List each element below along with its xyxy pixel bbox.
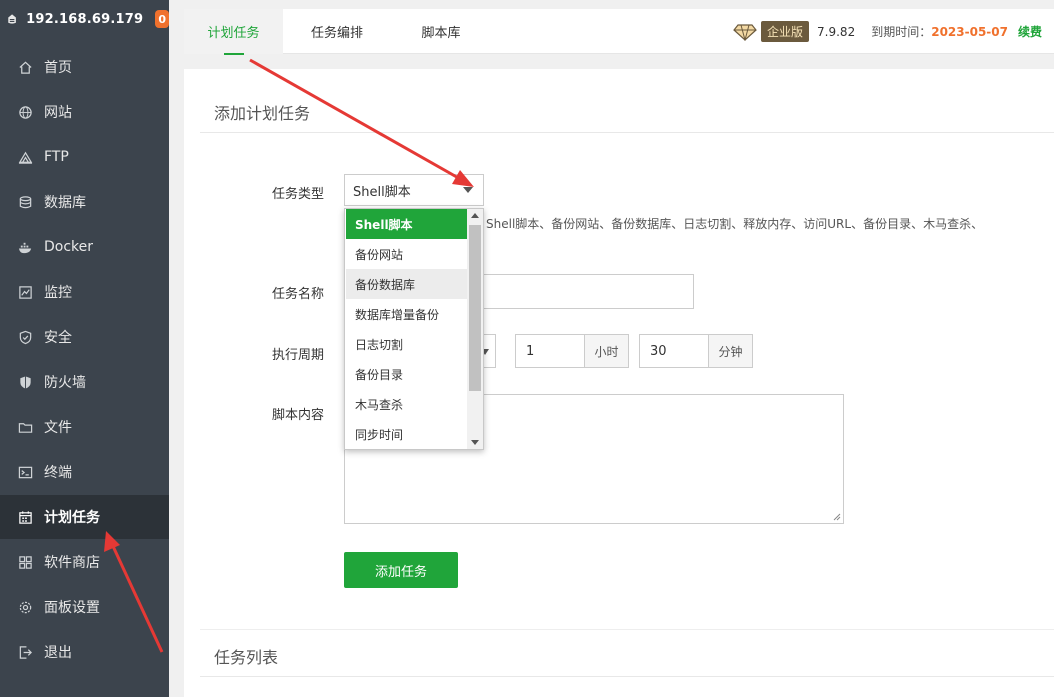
task-type-select[interactable]: Shell脚本 <box>344 174 484 206</box>
sidebar-item-label: 文件 <box>44 420 72 436</box>
task-type-hint: Shell脚本、备份网站、备份数据库、日志切割、释放内存、访问URL、备份目录、… <box>486 217 984 231</box>
scrollbar-thumb[interactable] <box>469 225 481 391</box>
minutes-unit: 分钟 <box>708 335 752 367</box>
sidebar-item-label: 监控 <box>44 285 72 301</box>
apps-icon <box>17 554 33 570</box>
database-icon <box>17 194 33 210</box>
sidebar-item-cron[interactable]: 计划任务 <box>0 495 169 539</box>
dropdown-option[interactable]: Shell脚本 <box>346 209 467 239</box>
sidebar-item-firewall[interactable]: 防火墙 <box>0 360 169 404</box>
sidebar-item-label: 软件商店 <box>44 555 100 571</box>
task-type-value: Shell脚本 <box>353 184 411 200</box>
notification-badge[interactable]: 0 <box>155 10 169 28</box>
dropdown-option[interactable]: 日志切割 <box>346 329 467 359</box>
sidebar-item-ftp[interactable]: FTP <box>0 135 169 179</box>
home-icon <box>17 59 33 75</box>
server-ip: 192.168.69.179 <box>26 11 144 27</box>
sidebar-item-terminal[interactable]: 终端 <box>0 450 169 494</box>
active-tab-underline <box>224 53 244 55</box>
globe-icon <box>17 104 33 120</box>
sidebar-item-label: FTP <box>44 149 69 165</box>
sidebar-item-website[interactable]: 网站 <box>0 90 169 134</box>
section-divider <box>200 132 1054 133</box>
gear-icon <box>17 599 33 615</box>
dropdown-option[interactable]: 数据库增量备份 <box>346 299 467 329</box>
renew-link[interactable]: 续费 <box>1018 23 1042 40</box>
sidebar-item-label: 首页 <box>44 60 72 76</box>
tab-script-library[interactable]: 脚本库 <box>396 9 486 54</box>
sidebar-item-label: 终端 <box>44 465 72 481</box>
chevron-down-icon <box>463 187 473 193</box>
sidebar: 192.168.69.179 0 首页 网站 FTP 数据库 Docker 监控… <box>0 0 169 697</box>
logout-icon <box>17 644 33 660</box>
add-task-section-title: 添加计划任务 <box>214 104 311 123</box>
sidebar-item-security[interactable]: 安全 <box>0 315 169 359</box>
terminal-icon <box>17 464 33 480</box>
hours-unit: 小时 <box>584 335 628 367</box>
sidebar-item-label: 计划任务 <box>44 510 100 526</box>
add-task-button[interactable]: 添加任务 <box>344 552 458 588</box>
task-list-section-title: 任务列表 <box>214 648 279 667</box>
sidebar-item-label: 退出 <box>44 645 72 661</box>
sidebar-item-database[interactable]: 数据库 <box>0 180 169 224</box>
section-gap <box>200 629 1054 630</box>
expire-label: 到期时间： <box>871 25 932 39</box>
resize-grip-icon[interactable] <box>833 513 841 521</box>
dropdown-option[interactable]: 备份目录 <box>346 359 467 389</box>
sidebar-item-panel-settings[interactable]: 面板设置 <box>0 585 169 629</box>
edition-info: 企业版 7.9.82 到期时间： 2023-05-07 续费 <box>733 9 1042 54</box>
tab-label: 脚本库 <box>421 26 461 41</box>
dropdown-option[interactable]: 备份网站 <box>346 239 467 269</box>
dropdown-option[interactable]: 木马查杀 <box>346 389 467 419</box>
dropdown-scrollbar[interactable] <box>467 209 483 449</box>
hours-field[interactable]: 1 小时 <box>515 334 629 368</box>
sidebar-item-label: 数据库 <box>44 195 86 211</box>
monitor-icon <box>17 284 33 300</box>
sidebar-item-monitor[interactable]: 监控 <box>0 270 169 314</box>
sidebar-item-label: 面板设置 <box>44 600 100 616</box>
hours-input[interactable]: 1 <box>516 335 584 367</box>
folder-icon <box>17 419 33 435</box>
dropdown-option[interactable]: 同步时间 <box>346 419 467 449</box>
task-type-dropdown[interactable]: Shell脚本 备份网站 备份数据库 数据库增量备份 日志切割 备份目录 木马查… <box>344 208 484 450</box>
sidebar-item-docker[interactable]: Docker <box>0 225 169 269</box>
main-panel: 添加计划任务 任务类型 Shell脚本 Shell脚本、备份网站、备份数据库、日… <box>184 69 1054 697</box>
tab-cron-tasks[interactable]: 计划任务 <box>184 9 283 55</box>
scroll-up-icon[interactable] <box>471 213 479 218</box>
shield-icon <box>17 329 33 345</box>
firewall-icon <box>17 374 33 390</box>
sidebar-item-label: 防火墙 <box>44 375 86 391</box>
expire-date: 2023-05-07 <box>931 24 1008 39</box>
edition-tag: 企业版 <box>761 21 810 42</box>
sidebar-item-label: 安全 <box>44 330 72 346</box>
docker-icon <box>17 239 33 255</box>
dropdown-option[interactable]: 备份数据库 <box>346 269 467 299</box>
sidebar-item-home[interactable]: 首页 <box>0 45 169 89</box>
tab-label: 任务编排 <box>310 26 363 41</box>
server-header: 192.168.69.179 0 <box>0 0 169 38</box>
sidebar-item-logout[interactable]: 退出 <box>0 630 169 674</box>
top-tab-bar: 计划任务 任务编排 脚本库 企业版 7.9.82 到期时间： 2023-05-0… <box>184 9 1054 55</box>
diamond-icon <box>733 23 757 41</box>
minutes-input[interactable]: 30 <box>640 335 708 367</box>
sidebar-item-label: Docker <box>44 239 94 255</box>
sidebar-item-app-store[interactable]: 软件商店 <box>0 540 169 584</box>
tab-task-orchestration[interactable]: 任务编排 <box>291 9 383 54</box>
scroll-down-icon[interactable] <box>471 440 479 445</box>
minutes-field[interactable]: 30 分钟 <box>639 334 753 368</box>
version-number: 7.9.82 <box>817 24 856 39</box>
server-logo-icon <box>8 14 16 24</box>
sidebar-item-files[interactable]: 文件 <box>0 405 169 449</box>
section-divider <box>200 676 1054 677</box>
ftp-icon <box>17 149 33 165</box>
sidebar-item-label: 网站 <box>44 105 72 121</box>
calendar-icon <box>17 509 33 525</box>
tab-label: 计划任务 <box>207 26 260 41</box>
